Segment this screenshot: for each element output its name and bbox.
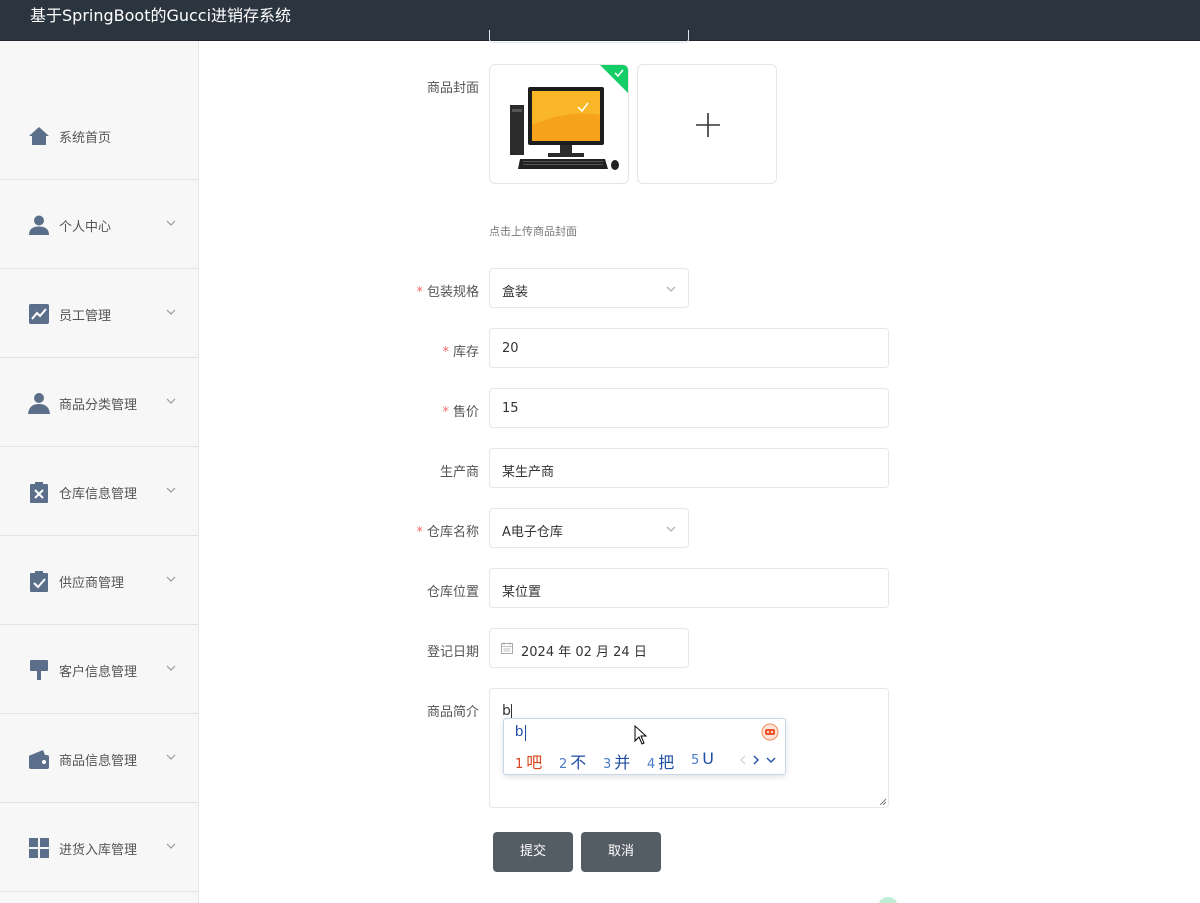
previous-field-box [489,30,689,43]
clipboard-check-icon [30,571,48,592]
chevron-down-icon [166,487,176,493]
home-icon [29,127,49,145]
price-value: 15 [502,401,519,416]
resize-handle-icon[interactable] [878,797,886,805]
mouse-cursor-icon [634,725,648,745]
ime-caret [525,725,526,741]
stock-value: 20 [502,341,519,356]
ime-candidate-2[interactable]: 2不 [559,749,586,773]
ime-composition: b [515,723,524,740]
sidebar-item-label: 商品分类管理 [59,398,138,413]
plus-icon [696,113,720,137]
warehouse-name-select[interactable]: A电子仓库 [489,508,689,548]
sidebar-item-label: 进货入库管理 [59,843,138,858]
user-icon [29,215,49,235]
grid-icon [29,838,49,858]
ime-next-page-icon[interactable] [752,754,760,766]
app-title: 基于SpringBoot的Gucci进销存系统 [30,6,292,25]
sidebar-item-category[interactable]: 商品分类管理 [0,358,198,447]
sidebar-item-label: 个人中心 [59,220,112,235]
required-mark: * [416,285,423,300]
manufacturer-label: 生产商 [439,465,479,480]
sidebar-item-label: 仓库信息管理 [59,487,138,502]
calendar-icon [501,642,513,654]
warehouse-name-value: A电子仓库 [502,525,563,540]
chevron-down-icon [166,754,176,760]
packaging-label-text: 包装规格 [426,285,479,300]
sidebar-item-personal-center[interactable]: 个人中心 [0,180,198,269]
required-mark: * [442,405,449,420]
ime-candidate-1[interactable]: 1吧 [515,749,542,773]
warehouse-location-label: 仓库位置 [426,585,479,600]
cover-thumbnail[interactable] [489,64,629,184]
price-input[interactable]: 15 [489,388,889,428]
sidebar-item-label: 供应商管理 [59,576,125,591]
sidebar-item-staff[interactable]: 员工管理 [0,269,198,358]
intro-label: 商品简介 [426,705,479,720]
sidebar-item-product-info[interactable]: 商品信息管理 [0,714,198,803]
chevron-down-icon [166,398,176,404]
chevron-down-icon [666,526,676,532]
required-mark: * [416,525,423,540]
sidebar-item-purchase-stock-in[interactable]: 进货入库管理 [0,803,198,892]
check-icon [614,69,624,78]
register-date-label: 登记日期 [426,645,479,660]
sidebar-item-supplier[interactable]: 供应商管理 [0,536,198,625]
ime-candidate-4[interactable]: 4把 [647,749,674,773]
ime-candidate-3[interactable]: 3并 [603,749,630,773]
sidebar-item-label: 员工管理 [59,309,112,324]
price-label: * 售价 [359,401,479,420]
sidebar-item-label: 客户信息管理 [59,665,138,680]
submit-button[interactable]: 提交 [493,832,573,872]
sidebar-item-label: 系统首页 [59,131,112,146]
brush-icon [30,660,48,680]
ime-logo-icon[interactable] [761,723,779,741]
clipboard-x-icon [30,482,48,503]
person-icon [28,393,50,414]
warehouse-name-label-text: 仓库名称 [426,525,479,540]
cover-upload-tip: 点击上传商品封面 [489,225,577,238]
chart-icon [29,304,49,324]
required-mark: * [442,345,449,360]
chevron-down-icon [166,220,176,226]
warehouse-location-value: 某位置 [502,585,542,600]
chevron-down-icon [166,843,176,849]
text-caret [511,704,512,719]
chevron-down-icon [166,576,176,582]
chevron-down-icon [166,665,176,671]
wallet-icon [29,750,49,769]
manufacturer-input[interactable]: 某生产商 [489,448,889,488]
sidebar-item-customer[interactable]: 客户信息管理 [0,625,198,714]
cover-label: 商品封面 [426,81,479,96]
intro-value: b [502,703,511,719]
cover-upload-button[interactable] [637,64,777,184]
ime-prev-page-icon[interactable] [739,754,747,766]
manufacturer-value: 某生产商 [502,465,555,480]
ime-expand-icon[interactable] [766,756,776,764]
cancel-button[interactable]: 取消 [581,832,661,872]
warehouse-name-label: * 仓库名称 [359,521,479,540]
packaging-label: * 包装规格 [359,281,479,300]
register-date-value: 2024 年 02 月 24 日 [521,645,647,660]
warehouse-location-input[interactable]: 某位置 [489,568,889,608]
packaging-value: 盒装 [502,285,529,300]
price-label-text: 售价 [452,405,479,420]
chevron-down-icon [166,309,176,315]
chevron-down-icon [666,286,676,292]
sidebar-item-home[interactable]: 系统首页 [0,91,198,180]
ime-candidate-5[interactable]: 5U [691,749,714,768]
stock-label: * 库存 [359,341,479,360]
stock-input[interactable]: 20 [489,328,889,368]
register-date-picker[interactable]: 2024 年 02 月 24 日 [489,628,689,668]
stock-label-text: 库存 [452,345,479,360]
sidebar-item-label: 商品信息管理 [59,754,138,769]
packaging-select[interactable]: 盒装 [489,268,689,308]
floating-widget-icon[interactable] [878,897,898,903]
sidebar-item-warehouse[interactable]: 仓库信息管理 [0,447,198,536]
sidebar: 系统首页 个人中心 员工管理 商品分类管理 仓库信息管理 供应商管理 客户信息管… [0,41,199,903]
